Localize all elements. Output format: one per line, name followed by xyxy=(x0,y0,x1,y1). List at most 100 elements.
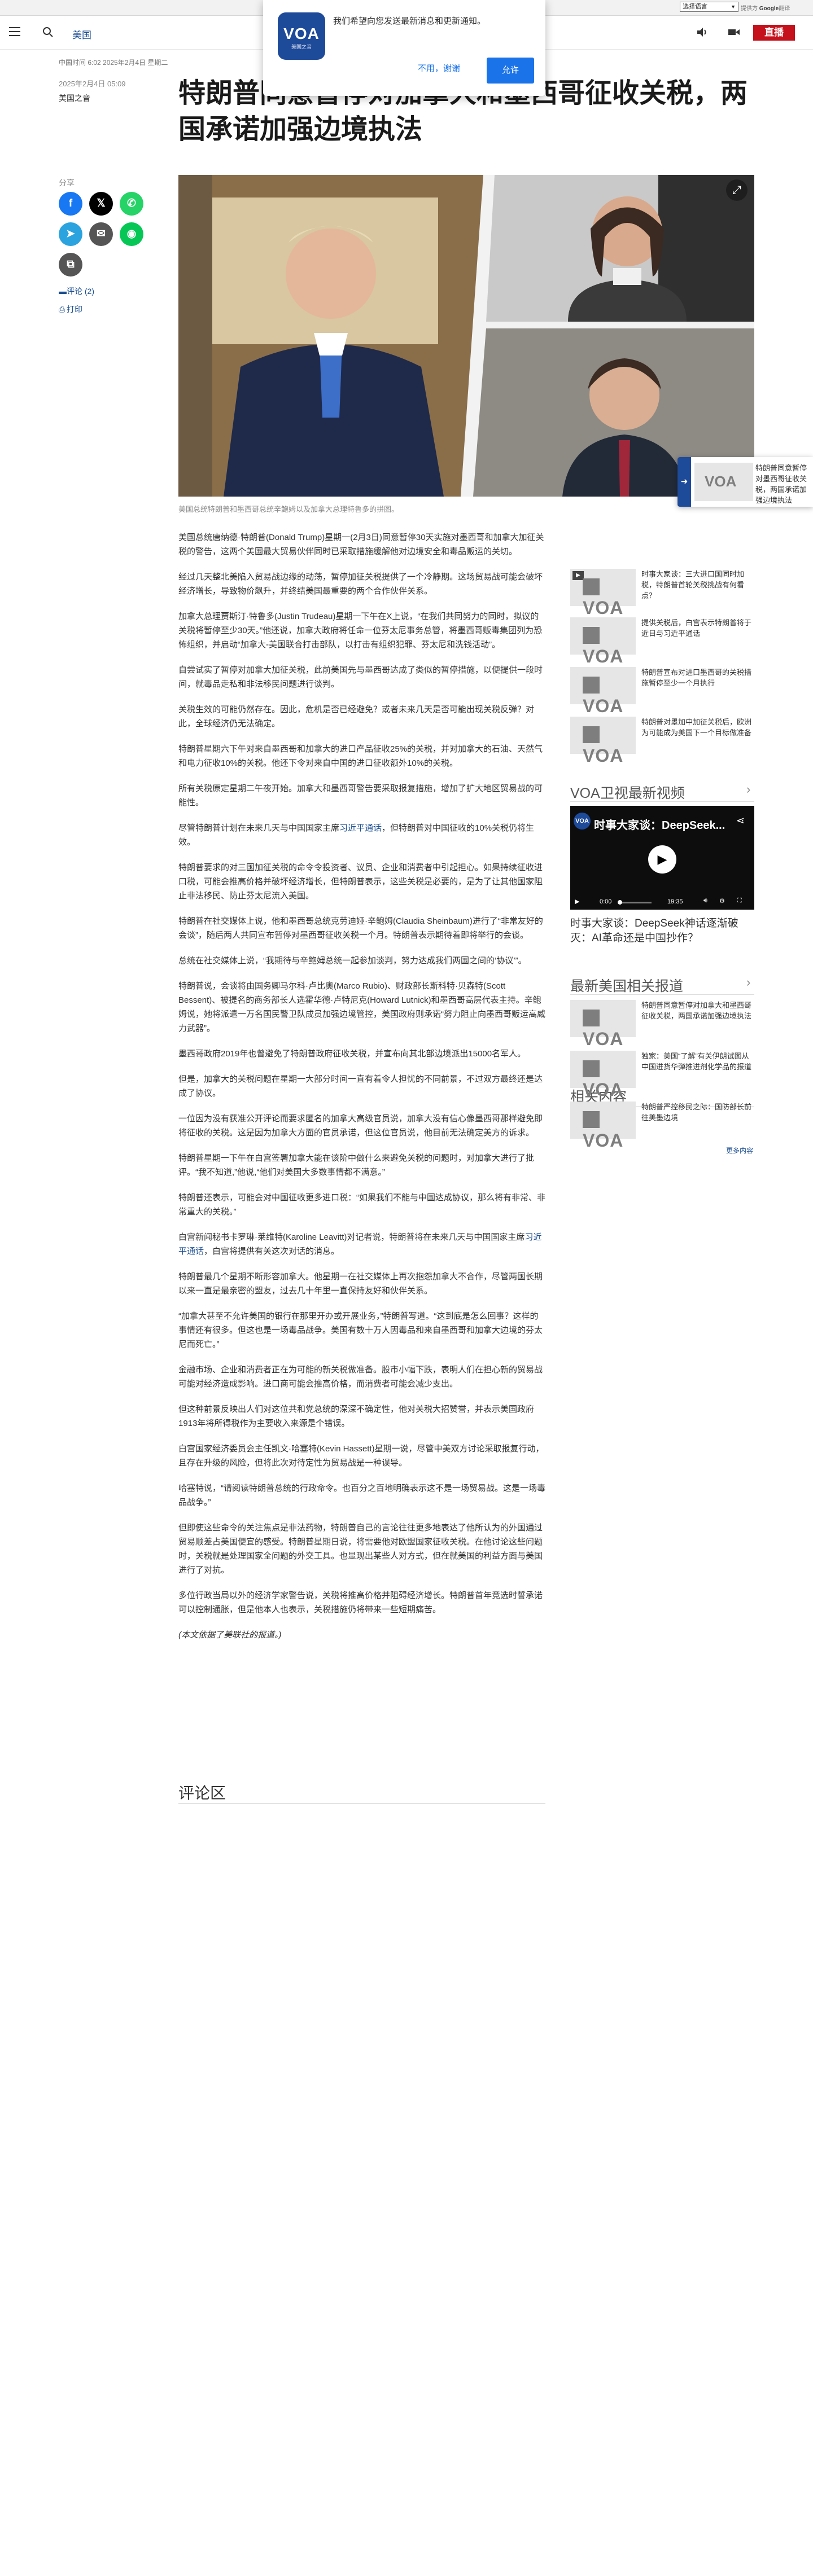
article-paragraph: 总统在社交媒体上说，“我期待与辛鲍姆总统一起参加谈判，努力达成我们两国之间的‘协… xyxy=(178,956,527,966)
video-caption[interactable]: 时事大家谈：DeepSeek神话逐渐破灭：AI革命还是中国抄作？ xyxy=(570,916,754,946)
copy-link-icon[interactable]: ⧉ xyxy=(59,253,82,277)
related-thumbnail: ▶ VOA xyxy=(570,569,636,618)
search-icon[interactable] xyxy=(42,26,54,38)
powered-by-suffix: 翻译 xyxy=(779,6,790,12)
settings-icon[interactable]: ⚙ xyxy=(719,897,725,905)
article-paragraph: 但这种前景反映出人们对这位共和党总统的深深不确定性，他对关税大招赞誉，并表示美国… xyxy=(178,1405,535,1428)
floating-next-article[interactable]: ➜ VOA 特朗普同意暂停对墨西哥征收关税，两国承诺加强边境执法 xyxy=(678,457,813,507)
article-paragraph: 所有关税原定星期二午夜开始。加拿大和墨西哥警告要采取报复措施，增加了扩大地区贸易… xyxy=(178,784,543,808)
whatsapp-icon[interactable]: ✆ xyxy=(120,192,143,216)
latest-thumbnail: VOA xyxy=(570,1051,636,1100)
article-paragraph: 特朗普说，会谈将由国务卿马尔科·卢比奥(Marco Rubio)、财政部长斯科特… xyxy=(178,981,545,1033)
fullscreen-icon[interactable]: ⛶ xyxy=(737,897,742,905)
line-icon[interactable]: ◉ xyxy=(120,222,143,246)
divider xyxy=(570,994,754,995)
hamburger-menu-icon[interactable] xyxy=(9,27,20,37)
play-icon[interactable]: ▶ xyxy=(648,845,676,874)
push-notification-prompt: VOA 美国之音 我们希望向您发送最新消息和更新通知。 不用，谢谢 允许 xyxy=(263,0,545,96)
latest-item[interactable]: VOA 特朗普严控移民之际：国防部长前往美墨边境 xyxy=(570,1102,754,1151)
inline-article-link[interactable]: 习近平通话 xyxy=(339,823,382,833)
related-item[interactable]: VOA 提供关税后，白宫表示特朗普将于近日与习近平通话 xyxy=(570,617,754,666)
article-paragraph: 关税生效的可能仍然存在。因此，危机是否已经避免？或者未来几天是否可能出现关税反弹… xyxy=(178,705,535,729)
related-item-title: 特朗普对墨加中加征关税后，欧洲为可能成为美国下一个目标做准备 xyxy=(641,718,752,737)
channel-avatar: VOA xyxy=(574,813,591,830)
related-item[interactable]: VOA 特朗普宣布对进口墨西哥的关税措施暂停至少一个月执行 xyxy=(570,667,754,716)
voa-logo: VOA xyxy=(583,625,636,667)
voa-logo: VOA xyxy=(705,473,737,490)
play-small-icon[interactable]: ▶ xyxy=(575,898,579,905)
related-thumbnail: VOA xyxy=(570,667,636,716)
share-label: 分享 xyxy=(59,178,75,187)
article-paragraph: 加拿大总理贾斯汀·特鲁多(Justin Trudeau)星期一下午在X上说，“在… xyxy=(178,612,543,650)
comment-icon: ▬ xyxy=(59,287,67,296)
facebook-icon[interactable]: f xyxy=(59,192,82,216)
divider xyxy=(570,801,754,802)
video-player[interactable]: VOA 时事大家谈：DeepSeek... ⋖ ▶ ▶ 0:00 19:35 🔊… xyxy=(570,806,754,910)
latest-heading-label: 最新美国相关报道 xyxy=(570,978,684,994)
related-thumbnail: VOA xyxy=(570,717,636,766)
email-icon[interactable]: ✉ xyxy=(89,222,113,246)
share-icon[interactable]: ⋖ xyxy=(736,815,745,827)
powered-by-prefix: 提供方 xyxy=(741,6,758,12)
logo-text: VOA xyxy=(283,25,320,42)
article-paragraph: 金融市场、企业和消费者正在为可能的新关税做准备。股市小幅下跌，表明人们在担心新的… xyxy=(178,1365,543,1389)
latest-heading[interactable]: 最新美国相关报道 › xyxy=(570,975,750,995)
logo-subtext: 美国之音 xyxy=(291,44,312,50)
arrow-right-icon[interactable]: ➜ xyxy=(678,457,691,507)
hero-caption: 美国总统特朗普和墨西哥总统辛鲍姆以及加拿大总理特鲁多的拼图。 xyxy=(178,505,399,514)
powered-by-brand[interactable]: Google xyxy=(759,6,779,12)
article-paragraph: 特朗普星期一下午在白宫签署加拿大能在该阶中做什么来避免关税的问题时，对加拿大进行… xyxy=(178,1153,535,1177)
related-thumbnail: VOA xyxy=(570,617,636,666)
latest-item-title: 特朗普同意暂停对加拿大和墨西哥征收关税，两国承诺加强边境执法 xyxy=(641,1001,752,1020)
author-byline[interactable]: 美国之音 xyxy=(59,93,90,104)
more-link[interactable]: 更多内容 xyxy=(726,1146,753,1155)
latest-item[interactable]: VOA 特朗普同意暂停对加拿大和墨西哥征收关税，两国承诺加强边境执法 xyxy=(570,1000,754,1049)
article-paragraph: 特朗普要求的对三国加征关税的命令令投资者、议员、企业和消费者中引起担心。如果持续… xyxy=(178,863,543,901)
latest-item[interactable]: VOA 独家：美国“了解”有关伊朗试图从中国进货华弹推进剂化学品的报道 xyxy=(570,1051,754,1100)
allow-button[interactable]: 允许 xyxy=(487,58,534,84)
voa-logo: VOA xyxy=(583,675,636,717)
powered-by: 提供方 Google翻译 xyxy=(741,3,790,12)
progress-bar[interactable] xyxy=(618,900,652,905)
related-item[interactable]: ▶ VOA 时事大家谈：三大进口国同时加税，特朗普首轮关税挑战有何看点？ xyxy=(570,569,754,618)
language-select[interactable]: 选择语言 ▼ xyxy=(680,2,738,12)
video-section-heading-label: VOA卫视最新视频 xyxy=(570,785,685,801)
video-controls: ▶ 0:00 19:35 🔊︎ ⚙ ⛶ xyxy=(570,895,754,910)
article-signoff: (本文依据了美联社的报道。) xyxy=(178,1630,282,1640)
voa-logo: VOA xyxy=(583,1059,636,1100)
volume-icon[interactable]: 🔊︎ xyxy=(703,897,707,905)
floating-thumbnail: VOA xyxy=(694,463,753,501)
voa-logo: VOA xyxy=(583,1008,636,1050)
article-paragraph: 特朗普在社交媒体上说，他和墨西哥总统克劳迪娅·辛鲍姆(Claudia Shein… xyxy=(178,916,543,940)
article-paragraph: 但即使这些命令的关注焦点是非法药物，特朗普自己的言论往往更多地表达了他所认为的外… xyxy=(178,1523,543,1575)
live-button[interactable]: 直播 xyxy=(753,25,795,41)
article-paragraph: 白宫新闻秘书卡罗琳·莱维特(Karoline Leavitt)对记者说，特朗普将… xyxy=(178,1232,542,1256)
article-paragraph: 特朗普最几个星期不断形容加拿大。他星期一在社交媒体上再次抱怨加拿大不合作，尽管两… xyxy=(178,1272,543,1296)
article-paragraph: 多位行政当局以外的经济学家警告说，关税将推高价格并阻碍经济增长。特朗普首年竞选时… xyxy=(178,1591,543,1614)
related-item-title: 提供关税后，白宫表示特朗普将于近日与习近平通话 xyxy=(641,618,752,638)
inline-article-link[interactable]: 习近平通话 xyxy=(178,1232,541,1256)
print-link[interactable]: ⎙ 打印 xyxy=(59,304,82,315)
notification-message: 我们希望向您发送最新消息和更新通知。 xyxy=(333,16,486,26)
video-camera-icon[interactable] xyxy=(727,26,741,38)
related-item[interactable]: VOA 特朗普对墨加中加征关税后，欧洲为可能成为美国下一个目标做准备 xyxy=(570,717,754,766)
x-twitter-icon[interactable]: 𝕏 xyxy=(89,192,113,216)
comments-link[interactable]: ▬评论 (2) xyxy=(59,286,94,297)
time-current: 0:00 xyxy=(600,898,612,905)
expand-icon[interactable]: ⤢ xyxy=(726,179,748,201)
hero-image[interactable] xyxy=(178,175,754,497)
print-link-label: 打印 xyxy=(67,305,82,314)
related-item-title: 时事大家谈：三大进口国同时加税，特朗普首轮关税挑战有何看点？ xyxy=(641,570,745,600)
print-icon: ⎙ xyxy=(59,305,65,314)
voa-logo: VOA xyxy=(583,1109,636,1151)
article-paragraph: 特朗普还表示，可能会对中国征收更多进口税：“如果我们不能与中国达成协议，那么将有… xyxy=(178,1193,545,1217)
article-paragraph: 哈塞特说，“请阅读特朗普总统的行政命令。也百分之百地明确表示这不是一场贸易战。这… xyxy=(178,1484,545,1507)
section-label[interactable]: 美国 xyxy=(72,27,91,41)
updated-timestamp: 中国时间 6:02 2025年2月4日 星期二 xyxy=(59,59,168,67)
telegram-icon[interactable]: ➤ xyxy=(59,222,82,246)
no-thanks-button[interactable]: 不用，谢谢 xyxy=(418,62,460,74)
article-paragraph: 美国总统唐纳德·特朗普(Donald Trump)星期一(2月3日)同意暂停30… xyxy=(178,533,544,556)
audio-icon[interactable] xyxy=(696,26,709,38)
comments-link-label: 评论 (2) xyxy=(67,287,94,296)
video-section-heading[interactable]: VOA卫视最新视频 › xyxy=(570,782,750,802)
